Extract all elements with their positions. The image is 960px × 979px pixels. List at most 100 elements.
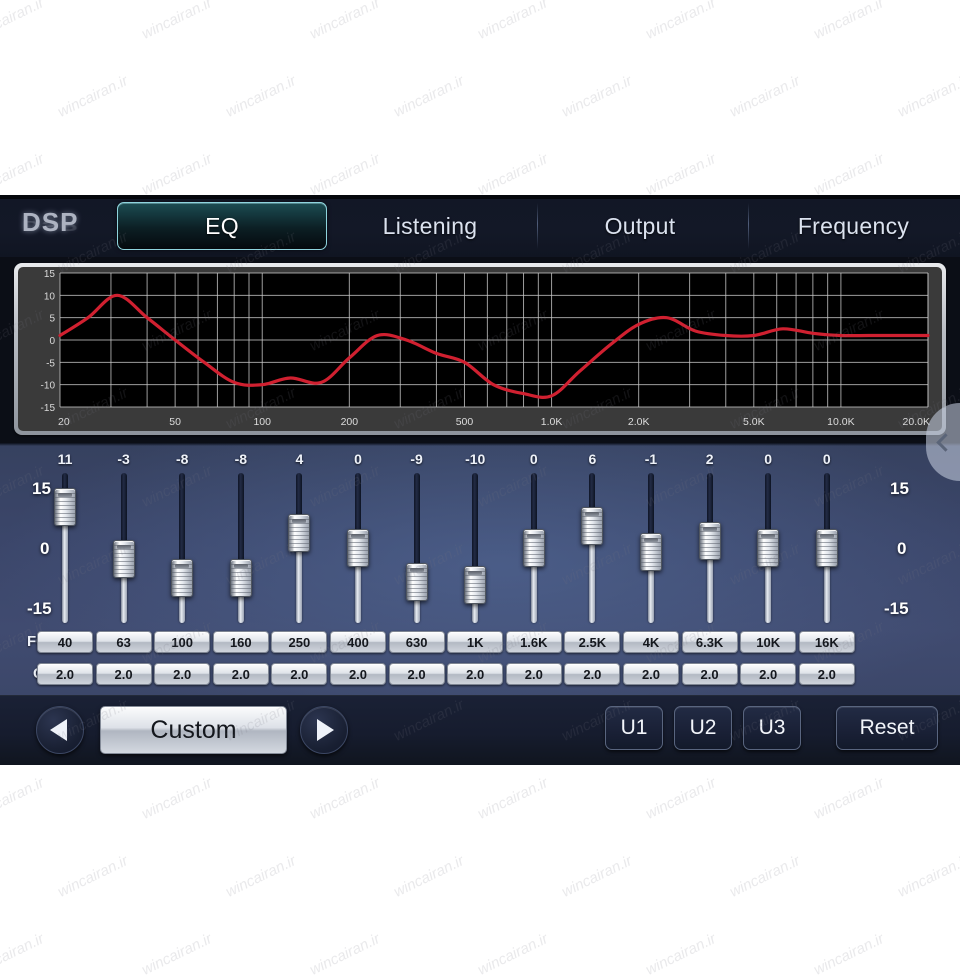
band-gain-slider[interactable] xyxy=(680,473,740,623)
q-value-button[interactable]: 2.0 xyxy=(271,663,328,685)
slider-thumb[interactable] xyxy=(229,559,252,597)
svg-text:200: 200 xyxy=(341,416,359,428)
band-gain-value: 6 xyxy=(588,451,597,467)
slider-thumb[interactable] xyxy=(581,507,604,545)
q-value-button[interactable]: 2.0 xyxy=(95,663,152,685)
watermark-text: wincairan.ir xyxy=(138,774,215,823)
triangle-right-icon xyxy=(317,719,334,741)
band-gain-value: 0 xyxy=(529,451,538,467)
q-value-button[interactable]: 2.0 xyxy=(212,663,269,685)
band-gain-slider[interactable] xyxy=(94,473,154,623)
watermark-text: wincairan.ir xyxy=(894,72,960,121)
fc-value-button[interactable]: 6.3K xyxy=(681,631,738,653)
dsp-logo-reflection: DSP xyxy=(22,217,79,235)
band-gain-slider[interactable] xyxy=(738,473,798,623)
user-preset-u3-button[interactable]: U3 xyxy=(743,706,801,750)
q-value-button[interactable]: 2.0 xyxy=(623,663,679,685)
fc-value-button[interactable]: 63 xyxy=(95,631,152,653)
band-gain-slider[interactable] xyxy=(211,473,271,623)
fc-value-button[interactable]: 4K xyxy=(623,631,679,653)
band-gain-value: -8 xyxy=(234,451,248,467)
watermark-text: wincairan.ir xyxy=(810,930,887,979)
band-gain-slider[interactable] xyxy=(387,473,447,623)
slider-thumb[interactable] xyxy=(347,529,369,567)
watermark-text: wincairan.ir xyxy=(0,930,47,979)
band-gain-slider[interactable] xyxy=(797,473,857,623)
tab-eq[interactable]: EQ xyxy=(117,202,327,250)
watermark-text: wincairan.ir xyxy=(138,150,215,199)
band-gain-slider[interactable] xyxy=(445,473,505,623)
band-gain-value: 4 xyxy=(295,451,304,467)
preset-prev-button[interactable] xyxy=(36,706,84,754)
tab-listening-label: Listening xyxy=(382,212,478,239)
slider-thumb[interactable] xyxy=(171,559,194,597)
slider-thumb[interactable] xyxy=(54,488,76,526)
band-gain-slider[interactable] xyxy=(328,473,388,623)
fc-value-button[interactable]: 160 xyxy=(212,631,269,653)
fc-value-button[interactable]: 10K xyxy=(740,631,797,653)
watermark-text: wincairan.ir xyxy=(306,0,383,43)
slider-thumb[interactable] xyxy=(698,522,721,560)
q-value-button[interactable]: 2.0 xyxy=(330,663,386,685)
reset-button[interactable]: Reset xyxy=(836,706,938,750)
watermark-text: wincairan.ir xyxy=(474,0,551,43)
tab-listening[interactable]: Listening xyxy=(330,202,530,250)
q-value-button[interactable]: 2.0 xyxy=(154,663,211,685)
band-gain-slider[interactable] xyxy=(269,473,329,623)
fc-value-button[interactable]: 1K xyxy=(447,631,504,653)
fc-value-button[interactable]: 2.5K xyxy=(564,631,621,653)
q-value-button[interactable]: 2.0 xyxy=(740,663,797,685)
band-gain-slider[interactable] xyxy=(35,473,95,623)
slider-thumb[interactable] xyxy=(757,529,780,567)
q-value-button[interactable]: 2.0 xyxy=(564,663,621,685)
watermark-text: wincairan.ir xyxy=(306,930,383,979)
tab-frequency[interactable]: Frequency xyxy=(751,202,956,250)
eq-curve-svg: 151050-5-10-1520 50 100 200 500 1.0K 2.0K 5.0K 1… xyxy=(41,269,930,428)
band-gain-slider[interactable] xyxy=(621,473,681,623)
watermark-text: wincairan.ir xyxy=(642,150,719,199)
fc-value-button[interactable]: 400 xyxy=(330,631,386,653)
preset-next-button[interactable] xyxy=(300,706,348,754)
preset-name-button[interactable]: Custom xyxy=(100,706,287,754)
fc-value-button[interactable]: 16K xyxy=(798,631,855,653)
band-gain-slider[interactable] xyxy=(562,473,622,623)
user-preset-u2-button[interactable]: U2 xyxy=(674,706,732,750)
band-gain-value: -8 xyxy=(175,451,189,467)
q-value-button[interactable]: 2.0 xyxy=(388,663,445,685)
band-gain-slider[interactable] xyxy=(152,473,212,623)
fc-value-button[interactable]: 1.6K xyxy=(505,631,562,653)
scale-label-right-bot: -15 xyxy=(884,599,909,618)
slider-thumb[interactable] xyxy=(405,563,428,601)
slider-thumb[interactable] xyxy=(522,529,545,567)
q-value-button[interactable]: 2.0 xyxy=(447,663,504,685)
band-gain-value: 0 xyxy=(354,451,362,467)
svg-text:-15: -15 xyxy=(41,403,56,414)
user-preset-u1-button[interactable]: U1 xyxy=(605,706,663,750)
band-gain-value: -3 xyxy=(117,451,130,467)
slider-thumb[interactable] xyxy=(464,566,487,604)
q-value-button[interactable]: 2.0 xyxy=(37,663,93,685)
svg-text:20.0K: 20.0K xyxy=(903,416,930,428)
tab-separator xyxy=(537,203,538,249)
slider-thumb[interactable] xyxy=(288,514,311,552)
scale-label-right-top: 15 xyxy=(890,479,909,498)
tab-eq-label: EQ xyxy=(205,212,239,239)
slider-thumb[interactable] xyxy=(112,540,135,578)
slider-thumb[interactable] xyxy=(640,533,662,571)
band-gain-slider[interactable] xyxy=(504,473,564,623)
svg-text:5.0K: 5.0K xyxy=(743,416,765,428)
svg-text:500: 500 xyxy=(456,416,474,428)
fc-value-button[interactable]: 630 xyxy=(388,631,445,653)
tab-output-label: Output xyxy=(604,212,676,239)
q-value-button[interactable]: 2.0 xyxy=(798,663,855,685)
watermark-text: wincairan.ir xyxy=(474,774,551,823)
tab-output[interactable]: Output xyxy=(540,202,740,250)
slider-thumb[interactable] xyxy=(815,529,838,567)
fc-value-button[interactable]: 40 xyxy=(37,631,93,653)
q-value-button[interactable]: 2.0 xyxy=(681,663,738,685)
tab-bar: DSP DSP EQ Listening Output Frequency xyxy=(0,195,960,257)
q-value-button[interactable]: 2.0 xyxy=(505,663,562,685)
fc-value-button[interactable]: 250 xyxy=(271,631,328,653)
fc-value-button[interactable]: 100 xyxy=(154,631,211,653)
tab-separator xyxy=(748,203,749,249)
